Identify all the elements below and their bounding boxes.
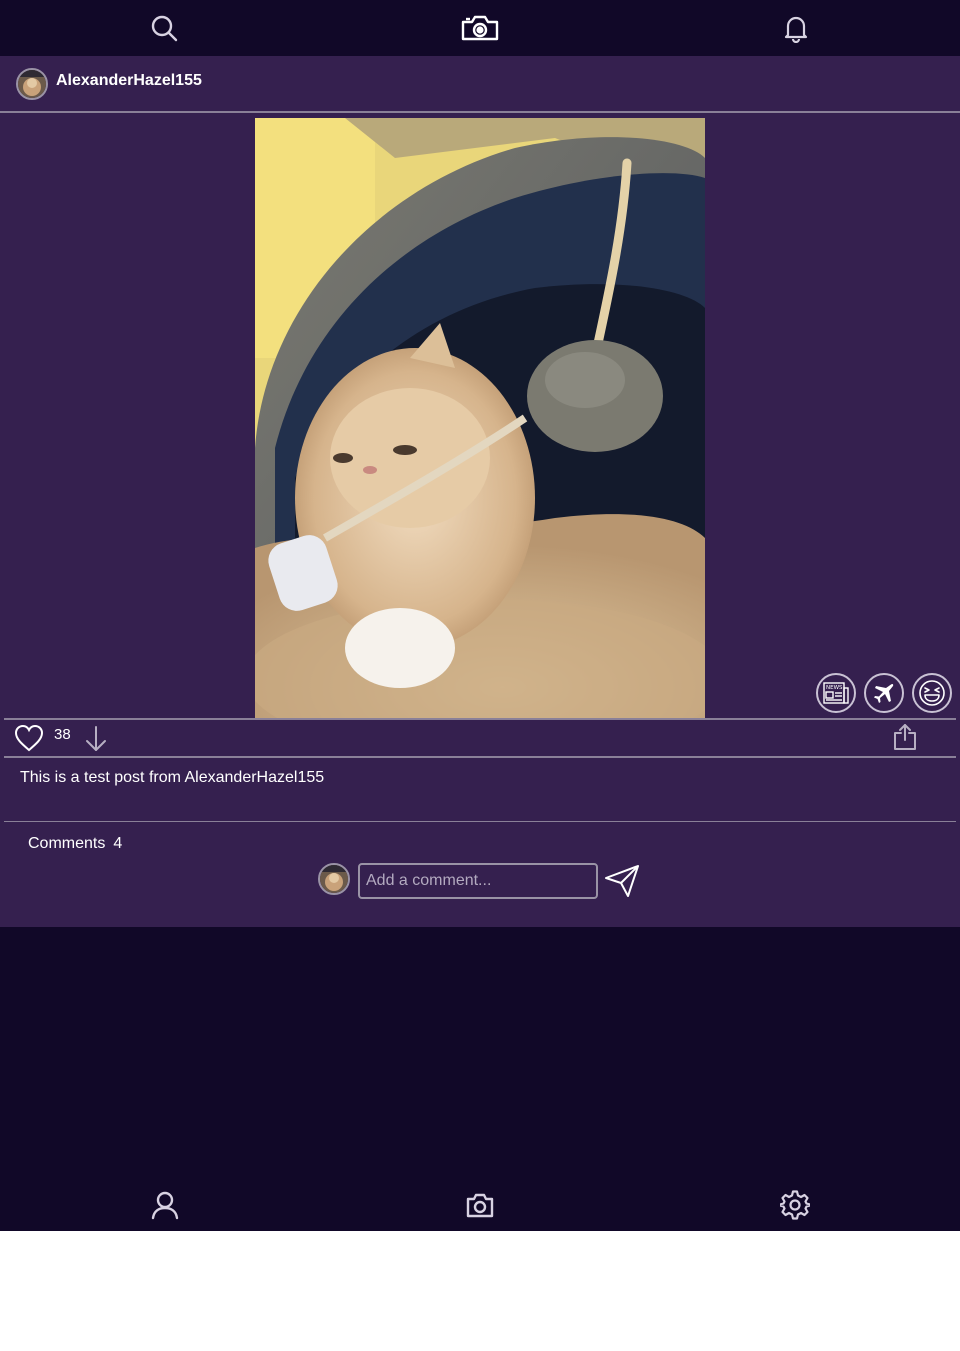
camera-icon[interactable]: [460, 12, 500, 44]
send-icon[interactable]: [604, 864, 640, 903]
like-count: 38: [54, 726, 71, 743]
comments-count: 4: [113, 835, 123, 852]
comment-input[interactable]: [358, 863, 598, 899]
airplane-icon[interactable]: [864, 673, 904, 713]
gear-icon[interactable]: [779, 1189, 811, 1221]
divider: [4, 821, 956, 822]
post-actions: 38: [4, 718, 956, 758]
comment-avatar: [318, 863, 350, 895]
comments-label[interactable]: Comments 4: [28, 835, 130, 853]
search-icon[interactable]: [148, 12, 180, 44]
svg-text:NEWS: NEWS: [826, 685, 843, 691]
laughing-face-icon[interactable]: [912, 673, 952, 713]
avatar[interactable]: [16, 68, 48, 100]
share-icon[interactable]: [892, 723, 918, 756]
post-username[interactable]: AlexanderHazel155: [56, 72, 202, 90]
post-card: AlexanderHazel155 NEWS 38 This is a test…: [0, 56, 960, 927]
post-header: AlexanderHazel155: [0, 56, 960, 113]
post-caption: This is a test post from AlexanderHazel1…: [20, 769, 325, 786]
app-root: AlexanderHazel155 NEWS 38 This is a test…: [0, 0, 960, 1231]
bell-icon[interactable]: [780, 12, 812, 44]
bottom-nav: [0, 1175, 960, 1231]
top-nav: [0, 0, 960, 56]
camera-icon[interactable]: [464, 1189, 496, 1221]
arrow-down-icon[interactable]: [84, 725, 108, 758]
comments-label-text: Comments: [28, 835, 106, 852]
user-icon[interactable]: [149, 1189, 181, 1221]
news-icon[interactable]: NEWS: [816, 673, 856, 713]
heart-icon[interactable]: [14, 724, 44, 757]
post-image: [255, 118, 705, 718]
